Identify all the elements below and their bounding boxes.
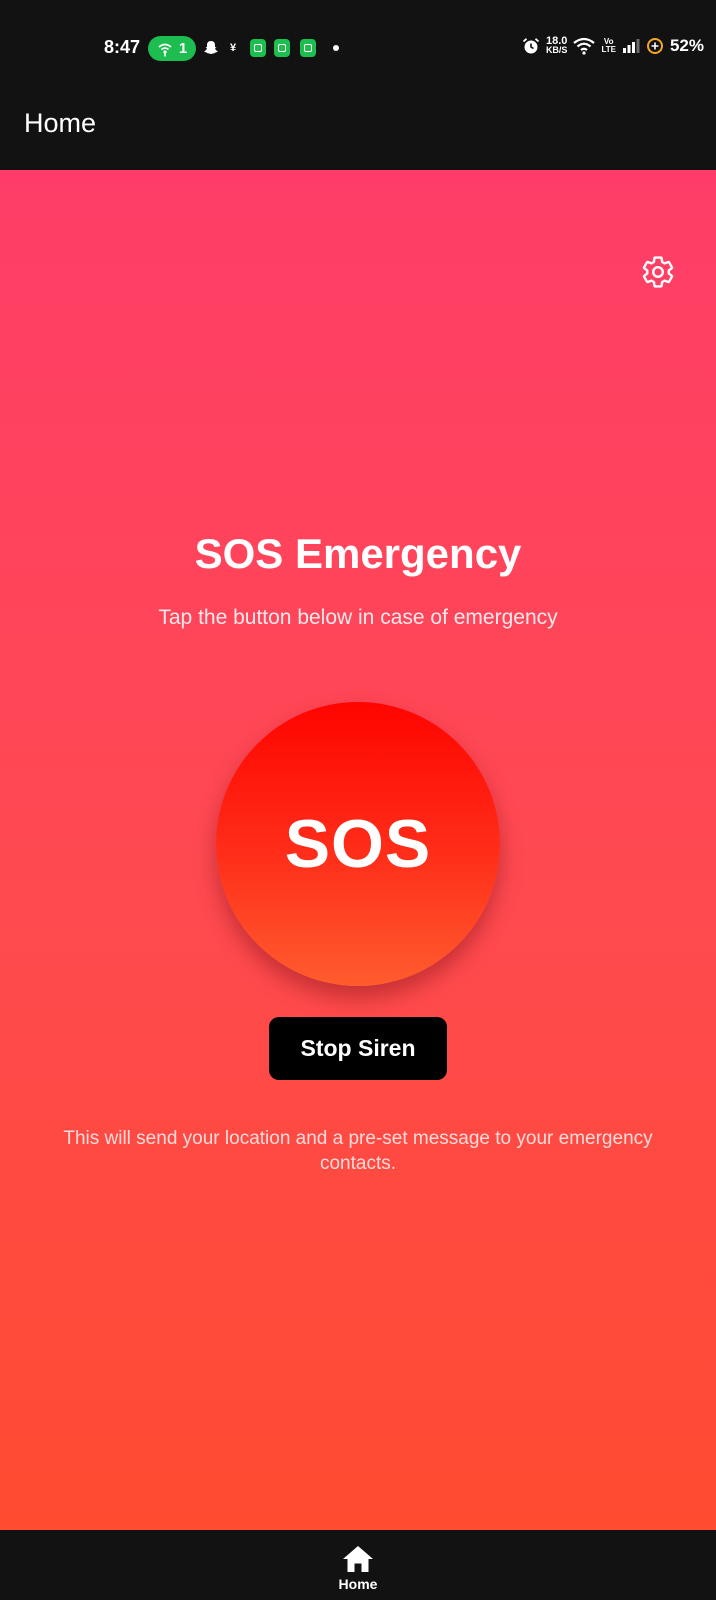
screen: 8:47 1 ¥ 18.0 KB/S Vo LTE 52% Home SOS E… — [0, 0, 716, 1600]
status-right-group: 18.0 KB/S Vo LTE 52% — [522, 36, 704, 56]
alarm-icon — [522, 38, 540, 54]
hotspot-icon — [158, 43, 172, 56]
yen-icon: ¥ — [230, 42, 237, 54]
sos-button[interactable]: SOS — [216, 702, 500, 986]
wifi-icon — [573, 37, 596, 55]
app-notification-icon — [300, 38, 316, 58]
hotspot-count: 1 — [178, 40, 188, 57]
settings-button[interactable] — [640, 254, 676, 290]
volte-indicator: Vo LTE — [601, 37, 616, 54]
main-content: SOS Emergency Tap the button below in ca… — [0, 170, 716, 1530]
nav-item-home[interactable]: Home — [338, 1530, 378, 1600]
sos-title: SOS Emergency — [194, 530, 522, 577]
gear-icon — [642, 256, 674, 288]
sos-info-text: This will send your location and a pre-s… — [63, 1128, 653, 1174]
signal-icon — [622, 39, 640, 53]
bottom-navigation: Home — [0, 1530, 716, 1600]
stop-siren-button[interactable]: Stop Siren — [269, 1017, 447, 1080]
battery-percentage: 52% — [669, 36, 704, 55]
network-speed: 18.0 KB/S — [545, 35, 568, 55]
app-notification-icon — [250, 38, 266, 58]
app-bar: Home — [0, 76, 716, 170]
page-title: Home — [24, 107, 97, 138]
home-icon — [343, 1546, 373, 1572]
snapchat-icon — [203, 38, 219, 58]
sos-button-label: SOS — [284, 806, 432, 882]
nav-item-home-label: Home — [338, 1576, 378, 1592]
battery-saver-icon — [646, 38, 663, 54]
hotspot-indicator: 1 — [148, 36, 196, 61]
sos-subtitle: Tap the button below in case of emergenc… — [158, 606, 558, 629]
more-notifications-dot-icon — [333, 38, 339, 58]
status-time: 8:47 — [104, 37, 141, 57]
status-bar: 8:47 1 ¥ 18.0 KB/S Vo LTE 52% — [0, 0, 716, 76]
app-notification-icon — [274, 38, 290, 58]
